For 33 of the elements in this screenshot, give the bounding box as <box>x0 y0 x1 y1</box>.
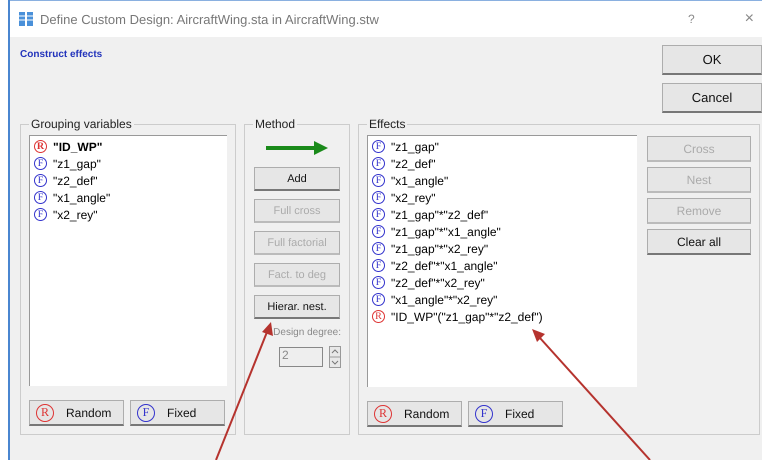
help-button[interactable]: ? <box>688 12 695 26</box>
design-degree-label: Design degree: <box>273 327 341 338</box>
type-button[interactable]: R Random <box>367 401 462 427</box>
dialog-button[interactable]: Cancel <box>662 83 762 113</box>
dialog-button[interactable]: OK <box>662 45 762 75</box>
group-title: Method <box>254 117 296 131</box>
effect-item[interactable]: F "z2_def" <box>372 155 633 172</box>
group-title: Grouping variables <box>30 117 133 131</box>
variable-item[interactable]: F "x1_angle" <box>34 189 223 206</box>
variable-item[interactable]: F "z1_gap" <box>34 155 223 172</box>
variable-item[interactable]: F "x2_rey" <box>34 206 223 223</box>
effect-item[interactable]: F "x2_rey" <box>372 189 633 206</box>
method-button[interactable]: Add <box>254 167 340 191</box>
effect-button[interactable]: Clear all <box>647 229 751 255</box>
effect-item[interactable]: R "ID_WP"("z1_gap"*"z2_def") <box>372 308 633 325</box>
type-button[interactable]: R Random <box>29 400 124 426</box>
effect-item[interactable]: F "z1_gap"*"x2_rey" <box>372 240 633 257</box>
window-title: Define Custom Design: AircraftWing.sta in AircraftWing.stw <box>40 12 380 26</box>
effect-item[interactable]: F "z2_def"*"x1_angle" <box>372 257 633 274</box>
effect-item[interactable]: F "z1_gap" <box>372 138 633 155</box>
variable-item[interactable]: R "ID_WP" <box>34 138 223 155</box>
type-button[interactable]: F Fixed <box>130 400 225 426</box>
variable-item[interactable]: F "z2_def" <box>34 172 223 189</box>
effect-item[interactable]: F "z1_gap"*"z2_def" <box>372 206 633 223</box>
effect-item[interactable]: F "z2_def"*"x2_rey" <box>372 274 633 291</box>
group-title: Effects <box>368 117 406 131</box>
construct-effects-label: Construct effects <box>20 49 102 62</box>
effect-item[interactable]: F "x1_angle" <box>372 172 633 189</box>
method-button[interactable]: Hierar. nest. <box>254 295 340 319</box>
effect-item[interactable]: F "z1_gap"*"x1_angle" <box>372 223 633 240</box>
effect-item[interactable]: F "x1_angle"*"x2_rey" <box>372 291 633 308</box>
type-button[interactable]: F Fixed <box>468 401 563 427</box>
close-button[interactable]: × <box>744 10 754 28</box>
